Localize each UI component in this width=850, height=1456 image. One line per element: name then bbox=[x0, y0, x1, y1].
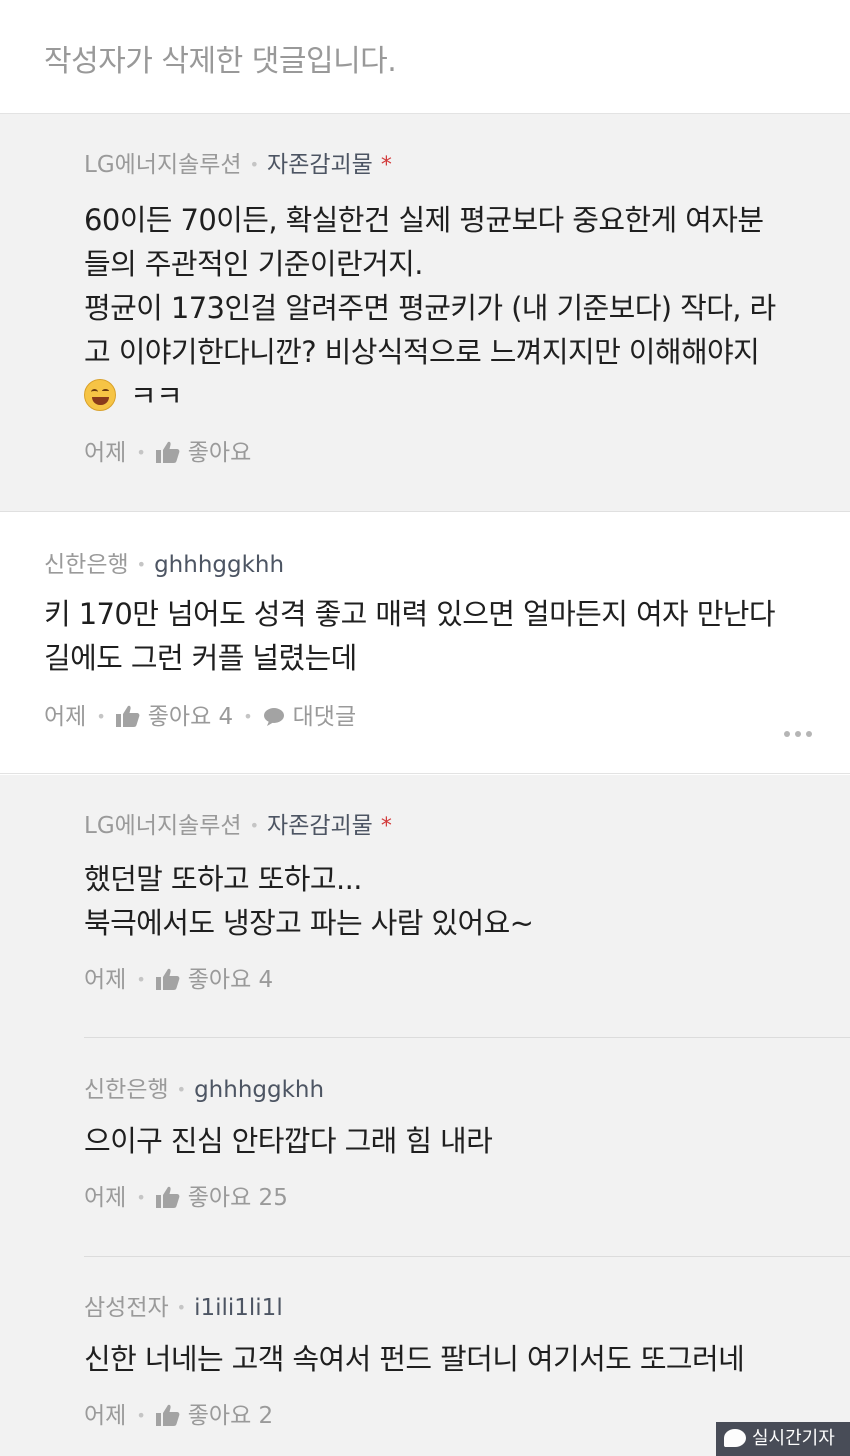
like-label: 좋아요 4 bbox=[147, 704, 234, 730]
comment-actions: 어제 • 좋아요 25 bbox=[84, 1183, 288, 1213]
separator-dot: • bbox=[136, 1188, 146, 1207]
watermark-logo-icon bbox=[724, 1429, 746, 1447]
author-nickname[interactable]: i1ili1li1l bbox=[194, 1295, 283, 1321]
reply-button[interactable]: 대댓글 bbox=[263, 704, 356, 730]
comment-item: 삼성전자 • i1ili1li1l bbox=[84, 1293, 283, 1323]
author-star-badge: * bbox=[380, 153, 392, 178]
separator-dot: • bbox=[136, 555, 147, 574]
comment-line: 평균이 173인걸 알려주면 평균키가 (내 기준보다) 작다, 라 bbox=[84, 291, 776, 325]
comment-time: 어제 bbox=[84, 1403, 127, 1429]
watermark: 실시간기자 bbox=[716, 1422, 850, 1456]
thumbs-up-icon bbox=[115, 705, 140, 727]
comment-line: 으이구 진심 안타깝다 그래 힘 내라 bbox=[84, 1124, 493, 1158]
like-button[interactable]: 좋아요 4 bbox=[155, 967, 274, 993]
comment-time: 어제 bbox=[84, 967, 127, 993]
comment-meta: 삼성전자 • i1ili1li1l bbox=[84, 1293, 283, 1323]
separator-dot: • bbox=[249, 155, 260, 174]
reply-divider bbox=[84, 1037, 850, 1038]
grinning-sweat-emoji-icon bbox=[84, 379, 116, 411]
comment-actions: 어제 • 좋아요 4 bbox=[84, 965, 273, 995]
comment-meta: 신한은행 • ghhhggkhh bbox=[44, 550, 284, 580]
like-label: 좋아요 4 bbox=[187, 967, 274, 993]
author-star-badge: * bbox=[380, 814, 392, 839]
comment-body: 키 170만 넘어도 성격 좋고 매력 있으면 얼마든지 여자 만난다 길에도 … bbox=[44, 592, 776, 680]
like-label: 좋아요 2 bbox=[187, 1403, 274, 1429]
comment-time: 어제 bbox=[44, 704, 87, 730]
thumbs-up-icon bbox=[155, 968, 180, 990]
comment-meta: LG에너지솔루션 • 자존감괴물 * bbox=[84, 150, 392, 181]
like-button[interactable]: 좋아요 25 bbox=[155, 1185, 288, 1211]
comment-block: 신한은행 • ghhhggkhh 키 170만 넘어도 성격 좋고 매력 있으면 얼… bbox=[0, 512, 850, 774]
reply-divider bbox=[84, 1256, 850, 1257]
comment-body: 신한 너네는 고객 속여서 펀드 팔더니 여기서도 또그러네 bbox=[84, 1337, 745, 1381]
comment-meta: LG에너지솔루션 • 자존감괴물 * bbox=[84, 811, 392, 842]
comment-line: ㅋㅋ bbox=[84, 374, 776, 418]
author-org: LG에너지솔루션 bbox=[84, 152, 242, 178]
separator-dot: • bbox=[176, 1080, 187, 1099]
author-nickname[interactable]: ghhhggkhh bbox=[154, 552, 284, 578]
comment-body: 60이든 70이든, 확실한건 실제 평균보다 중요한게 여자분 들의 주관적인… bbox=[84, 198, 776, 418]
comment-line: 키 170만 넘어도 성격 좋고 매력 있으면 얼마든지 여자 만난다 bbox=[44, 597, 776, 631]
speech-bubble-icon bbox=[263, 708, 284, 726]
deleted-comment-text: 작성자가 삭제한 댓글입니다. bbox=[44, 44, 397, 79]
more-options-icon[interactable] bbox=[779, 722, 812, 741]
comment-line: 고 이야기한다니깐? 비상식적으로 느껴지지만 이해해야지 bbox=[84, 335, 760, 369]
separator-dot: • bbox=[96, 707, 106, 726]
like-button[interactable]: 좋아요 bbox=[155, 440, 252, 466]
comment-item: LG에너지솔루션 • 자존감괴물 * bbox=[84, 150, 392, 181]
reply-block: LG에너지솔루션 • 자존감괴물 * 했던말 또하고 또하고... 북극에서도 냉장고… bbox=[0, 775, 850, 1456]
separator-dot: • bbox=[176, 1298, 187, 1317]
comment-line: 북극에서도 냉장고 파는 사람 있어요~ bbox=[84, 906, 534, 940]
separator-dot: • bbox=[136, 1406, 146, 1425]
comment-line: 했던말 또하고 또하고... bbox=[84, 862, 362, 896]
comment-time: 어제 bbox=[84, 1185, 127, 1211]
comment-line: 길에도 그런 커플 널렸는데 bbox=[44, 641, 357, 675]
author-org: 신한은행 bbox=[84, 1077, 169, 1103]
deleted-comment-notice: 작성자가 삭제한 댓글입니다. bbox=[0, 0, 850, 114]
comment-line: 들의 주관적인 기준이란거지. bbox=[84, 247, 423, 281]
thumbs-up-icon bbox=[155, 1186, 180, 1208]
like-label: 좋아요 bbox=[187, 440, 252, 466]
separator-dot: • bbox=[136, 970, 146, 989]
thumbs-up-icon bbox=[155, 441, 180, 463]
separator-dot: • bbox=[249, 816, 260, 835]
like-label: 좋아요 25 bbox=[187, 1185, 288, 1211]
comment-actions: 어제 • 좋아요 2 bbox=[84, 1401, 273, 1431]
comment-item: 신한은행 • ghhhggkhh bbox=[44, 550, 284, 580]
comment-actions: 어제 • 좋아요 4 • 대댓글 bbox=[44, 702, 356, 732]
comment-item: 신한은행 • ghhhggkhh bbox=[84, 1075, 324, 1105]
comment-actions: 어제 • 좋아요 bbox=[84, 438, 251, 468]
author-org: 삼성전자 bbox=[84, 1295, 169, 1321]
comment-time: 어제 bbox=[84, 440, 127, 466]
separator-dot: • bbox=[243, 707, 253, 726]
watermark-text: 실시간기자 bbox=[752, 1428, 835, 1449]
author-nickname[interactable]: 자존감괴물 bbox=[267, 152, 373, 178]
comment-body: 으이구 진심 안타깝다 그래 힘 내라 bbox=[84, 1119, 493, 1163]
separator-dot: • bbox=[136, 443, 146, 462]
comment-line: 신한 너네는 고객 속여서 펀드 팔더니 여기서도 또그러네 bbox=[84, 1342, 745, 1376]
author-nickname[interactable]: ghhhggkhh bbox=[194, 1077, 324, 1103]
like-button[interactable]: 좋아요 2 bbox=[155, 1403, 274, 1429]
comment-body: 했던말 또하고 또하고... 북극에서도 냉장고 파는 사람 있어요~ bbox=[84, 857, 534, 945]
comment-meta: 신한은행 • ghhhggkhh bbox=[84, 1075, 324, 1105]
author-org: 신한은행 bbox=[44, 552, 129, 578]
comment-line: 60이든 70이든, 확실한건 실제 평균보다 중요한게 여자분 bbox=[84, 203, 764, 237]
author-org: LG에너지솔루션 bbox=[84, 813, 242, 839]
comment-laugh-text: ㅋㅋ bbox=[130, 379, 183, 413]
comment-item: LG에너지솔루션 • 자존감괴물 * bbox=[84, 811, 392, 842]
author-nickname[interactable]: 자존감괴물 bbox=[267, 813, 373, 839]
thumbs-up-icon bbox=[155, 1404, 180, 1426]
like-button[interactable]: 좋아요 4 bbox=[115, 704, 234, 730]
reply-block: LG에너지솔루션 • 자존감괴물 * 60이든 70이든, 확실한건 실제 평균보다 … bbox=[0, 114, 850, 512]
reply-label: 대댓글 bbox=[292, 704, 357, 730]
